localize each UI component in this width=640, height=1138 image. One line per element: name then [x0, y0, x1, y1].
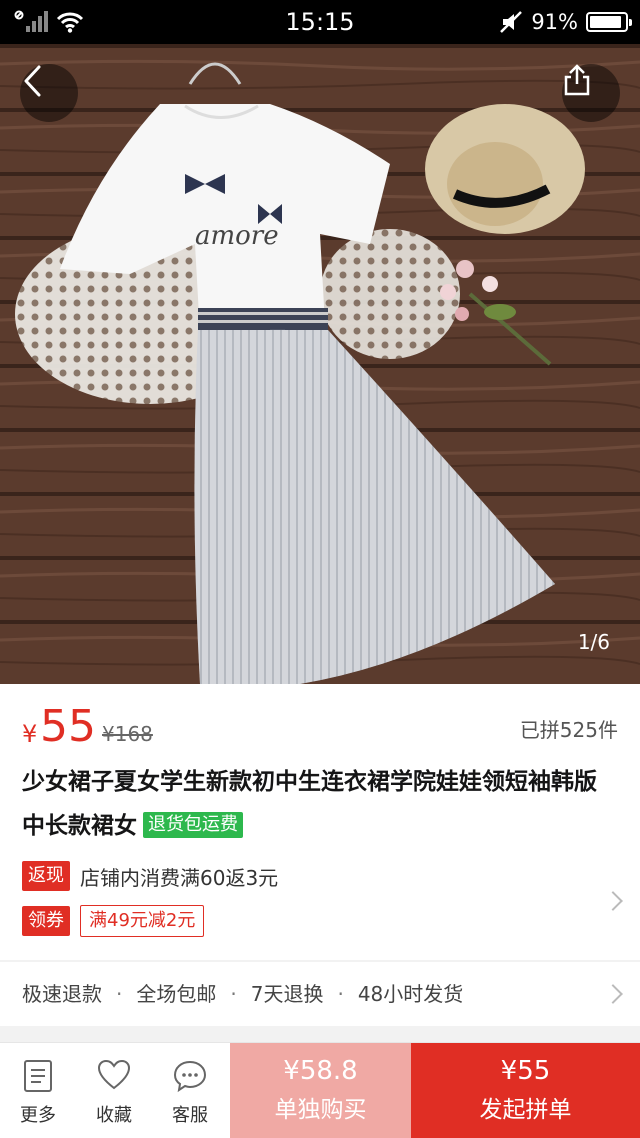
product-title: 少女裙子夏女学生新款初中生连衣裙学院娃娃领短袖韩版中长款裙女 退货包运费	[22, 760, 614, 848]
service-item: 全场包邮	[136, 982, 217, 1006]
separator: ·	[230, 982, 237, 1006]
status-bar: 15:15 91%	[0, 0, 640, 44]
single-price: ¥58.8	[283, 1056, 358, 1086]
single-label: 单独购买	[274, 1097, 367, 1123]
icon-wrap	[152, 1059, 228, 1095]
cashback-badge: 返现	[22, 861, 70, 891]
more-button[interactable]: 更多	[0, 1043, 76, 1138]
gallery-page-indicator: 1/6	[577, 630, 610, 654]
separator: ·	[116, 982, 123, 1006]
coupon-row[interactable]: 领券 满49元减2元	[22, 905, 205, 937]
favorite-button[interactable]: 收藏	[76, 1043, 152, 1138]
status-right: 91%	[499, 0, 632, 44]
back-button[interactable]	[20, 64, 78, 122]
battery-percent: 91%	[531, 10, 578, 34]
bottom-action-bar: 更多 收藏 客服 ¥58.8 单独购买 ¥55 发起拼单	[0, 1042, 640, 1138]
chat-icon	[173, 1060, 207, 1093]
icon-wrap	[76, 1059, 152, 1095]
cashback-row[interactable]: 返现 店铺内消费满60返3元	[22, 860, 278, 892]
mute-icon	[500, 11, 523, 33]
service-label: 客服	[172, 1105, 208, 1126]
document-icon	[24, 1060, 52, 1092]
group-buy-label: 发起拼单	[479, 1097, 572, 1123]
product-photo: amore	[0, 44, 640, 684]
svg-text:amore: amore	[195, 221, 279, 251]
return-shipping-tag: 退货包运费	[143, 812, 243, 838]
chevron-left-icon	[24, 65, 41, 97]
start-group-buy-button[interactable]: ¥55 发起拼单	[411, 1043, 640, 1138]
cashback-text: 店铺内消费满60返3元	[80, 865, 279, 890]
service-item: 极速退款	[22, 982, 102, 1006]
product-info: ¥ 55 ¥168 已拼525件 少女裙子夏女学生新款初中生连衣裙学院娃娃领短袖…	[0, 684, 640, 960]
group-price: 55	[40, 701, 96, 752]
favorite-label: 收藏	[96, 1105, 132, 1126]
price-row: ¥ 55 ¥168 已拼525件	[22, 702, 618, 752]
group-buy-price: ¥55	[500, 1056, 551, 1086]
chevron-right-icon[interactable]	[603, 984, 623, 1004]
battery-level	[590, 16, 621, 28]
share-button[interactable]	[562, 64, 620, 122]
product-gallery[interactable]: amore 1/6	[0, 44, 640, 684]
icon-wrap	[0, 1059, 76, 1095]
more-label: 更多	[20, 1105, 56, 1126]
chevron-right-icon[interactable]	[603, 891, 623, 911]
service-item: 48小时发货	[357, 982, 464, 1006]
heart-icon	[97, 1059, 131, 1090]
service-item: 7天退换	[250, 982, 324, 1006]
product-title-text: 少女裙子夏女学生新款初中生连衣裙学院娃娃领短袖韩版中长款裙女	[22, 769, 597, 839]
coupon-badge: 领券	[22, 906, 70, 936]
original-price: ¥168	[102, 722, 153, 746]
customer-service-button[interactable]: 客服	[152, 1043, 228, 1138]
service-list: 极速退款 · 全场包邮 · 7天退换 · 48小时发货	[22, 962, 463, 1026]
currency-symbol: ¥	[22, 720, 38, 748]
service-guarantees[interactable]: 极速退款 · 全场包邮 · 7天退换 · 48小时发货	[0, 962, 640, 1026]
sold-count: 已拼525件	[519, 718, 618, 742]
battery-icon	[586, 12, 632, 32]
share-icon	[564, 64, 590, 96]
coupon-offer[interactable]: 满49元减2元	[80, 905, 205, 937]
separator: ·	[337, 982, 344, 1006]
buy-alone-button[interactable]: ¥58.8 单独购买	[230, 1043, 411, 1138]
